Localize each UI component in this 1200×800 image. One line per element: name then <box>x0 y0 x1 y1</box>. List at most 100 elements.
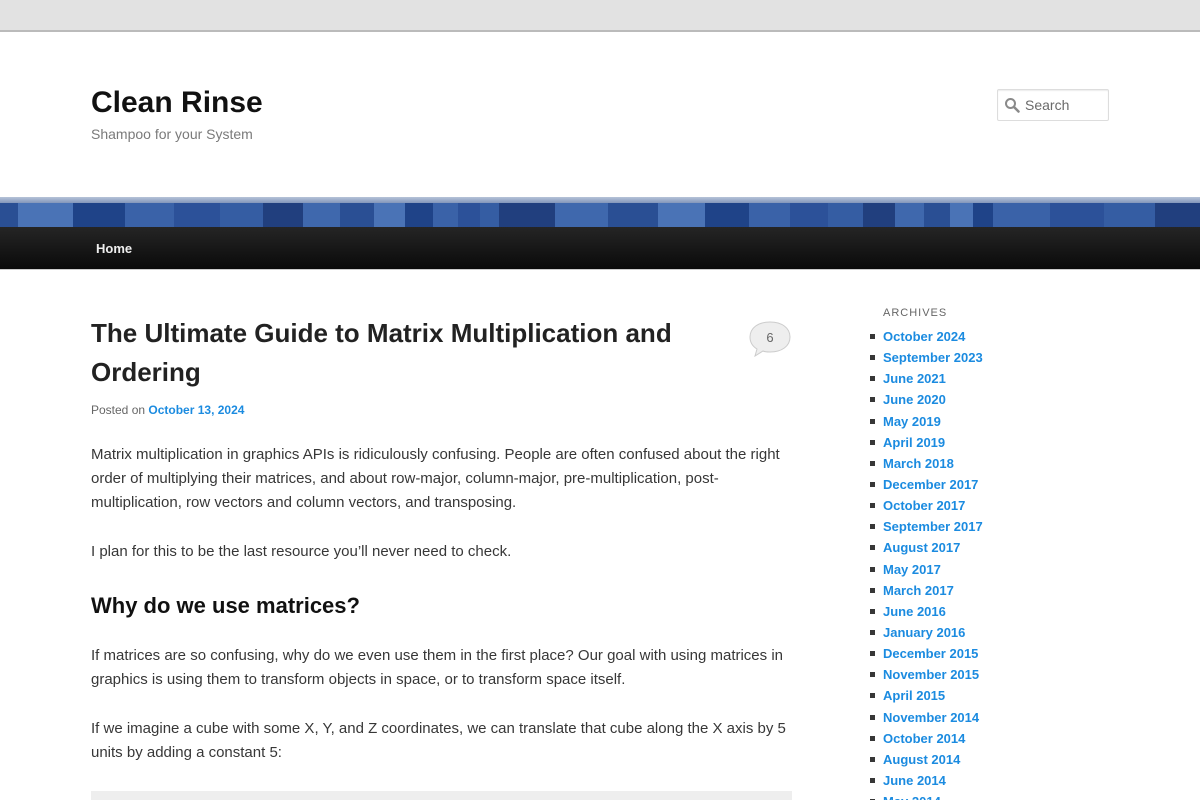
post-paragraph: I plan for this to be the last resource … <box>91 543 512 560</box>
archive-item: October 2017 <box>870 495 983 516</box>
banner-tile <box>0 203 18 227</box>
archive-link[interactable]: April 2015 <box>883 688 945 703</box>
banner-tile <box>374 203 405 227</box>
archive-item: June 2016 <box>870 601 983 622</box>
header-banner-image <box>0 197 1200 227</box>
archive-item: April 2019 <box>870 432 983 453</box>
banner-tile <box>1104 203 1155 227</box>
archives-list: October 2024 September 2023 June 2021 June … <box>870 326 983 800</box>
banner-tile <box>790 203 828 227</box>
post-paragraph: Matrix multiplication in graphics APIs i… <box>91 446 780 511</box>
banner-tile <box>993 203 1050 227</box>
archive-item: November 2015 <box>870 664 983 685</box>
archive-link[interactable]: October 2024 <box>883 329 965 344</box>
search-input[interactable] <box>1025 90 1107 120</box>
archive-item: October 2024 <box>870 326 983 347</box>
post-paragraph: If matrices are so confusing, why do we … <box>91 647 783 688</box>
nav-home-link[interactable]: Home <box>96 241 132 256</box>
archive-link[interactable]: June 2020 <box>883 392 946 407</box>
banner-tile <box>1050 203 1104 227</box>
banner-tile <box>658 203 705 227</box>
banner-tile <box>73 203 125 227</box>
archives-widget-title: ARCHIVES <box>883 307 948 319</box>
archive-link[interactable]: September 2017 <box>883 519 983 534</box>
top-bar <box>0 0 1200 32</box>
banner-tile <box>263 203 303 227</box>
archive-link[interactable]: May 2019 <box>883 414 941 429</box>
archive-item: November 2014 <box>870 707 983 728</box>
archive-item: September 2017 <box>870 516 983 537</box>
banner-tile <box>340 203 374 227</box>
archive-item: October 2014 <box>870 728 983 749</box>
banner-tile <box>973 203 993 227</box>
post-title[interactable]: The Ultimate Guide to Matrix Multiplicat… <box>91 314 731 392</box>
archive-link[interactable]: May 2014 <box>883 794 941 800</box>
archive-link[interactable]: May 2017 <box>883 562 941 577</box>
archive-link[interactable]: March 2018 <box>883 456 954 471</box>
archive-item: August 2014 <box>870 749 983 770</box>
main-navigation: Home <box>0 227 1200 270</box>
archive-link[interactable]: August 2017 <box>883 540 960 555</box>
banner-tile <box>863 203 895 227</box>
banner-tile <box>174 203 220 227</box>
code-block <box>91 791 792 800</box>
banner-tile <box>749 203 790 227</box>
archive-link[interactable]: October 2017 <box>883 498 965 513</box>
archive-link[interactable]: April 2019 <box>883 435 945 450</box>
archive-item: May 2019 <box>870 411 983 432</box>
banner-tile <box>950 203 973 227</box>
comment-count-bubble[interactable]: 6 <box>749 321 791 358</box>
archive-link[interactable]: June 2014 <box>883 773 946 788</box>
archive-item: September 2023 <box>870 347 983 368</box>
site-title[interactable]: Clean Rinse <box>91 86 263 120</box>
archive-item: December 2017 <box>870 474 983 495</box>
banner-tile <box>18 203 73 227</box>
banner-tile <box>458 203 480 227</box>
archive-item: January 2016 <box>870 622 983 643</box>
archive-link[interactable]: November 2015 <box>883 667 979 682</box>
banner-tile <box>125 203 174 227</box>
archive-item: August 2017 <box>870 537 983 558</box>
banner-tile <box>499 203 555 227</box>
banner-tile <box>480 203 499 227</box>
post-meta: Posted on October 13, 2024 <box>91 403 244 417</box>
archive-item: March 2018 <box>870 453 983 474</box>
archive-link[interactable]: March 2017 <box>883 583 954 598</box>
banner-highlight <box>0 197 1200 203</box>
archive-item: March 2017 <box>870 580 983 601</box>
archive-item: June 2021 <box>870 368 983 389</box>
archive-item: June 2014 <box>870 770 983 791</box>
banner-tile <box>1155 203 1200 227</box>
post-paragraph: If we imagine a cube with some X, Y, and… <box>91 720 786 761</box>
banner-tile <box>405 203 433 227</box>
banner-tile <box>608 203 658 227</box>
section-heading: Why do we use matrices? <box>91 593 360 618</box>
banner-tile <box>433 203 458 227</box>
archive-item: April 2015 <box>870 685 983 706</box>
posted-on-label: Posted on <box>91 403 146 417</box>
archive-item: May 2014 <box>870 791 983 800</box>
comment-count: 6 <box>766 330 774 345</box>
banner-tile <box>705 203 749 227</box>
archive-link[interactable]: November 2014 <box>883 710 979 725</box>
archive-link[interactable]: October 2014 <box>883 731 965 746</box>
banner-tile <box>895 203 924 227</box>
archive-link[interactable]: June 2021 <box>883 371 946 386</box>
archive-link[interactable]: August 2014 <box>883 752 960 767</box>
archive-link[interactable]: December 2017 <box>883 477 978 492</box>
banner-tile <box>555 203 608 227</box>
post-date-link[interactable]: October 13, 2024 <box>148 403 244 417</box>
archive-item: May 2017 <box>870 559 983 580</box>
archive-link[interactable]: September 2023 <box>883 350 983 365</box>
site-description: Shampoo for your System <box>91 126 253 142</box>
banner-tile <box>924 203 950 227</box>
archive-link[interactable]: January 2016 <box>883 625 965 640</box>
banner-tile <box>828 203 863 227</box>
archive-item: December 2015 <box>870 643 983 664</box>
archive-item: June 2020 <box>870 389 983 410</box>
search-icon <box>1005 98 1020 113</box>
banner-tile <box>303 203 340 227</box>
search-box[interactable] <box>997 89 1109 121</box>
archive-link[interactable]: December 2015 <box>883 646 978 661</box>
archive-link[interactable]: June 2016 <box>883 604 946 619</box>
